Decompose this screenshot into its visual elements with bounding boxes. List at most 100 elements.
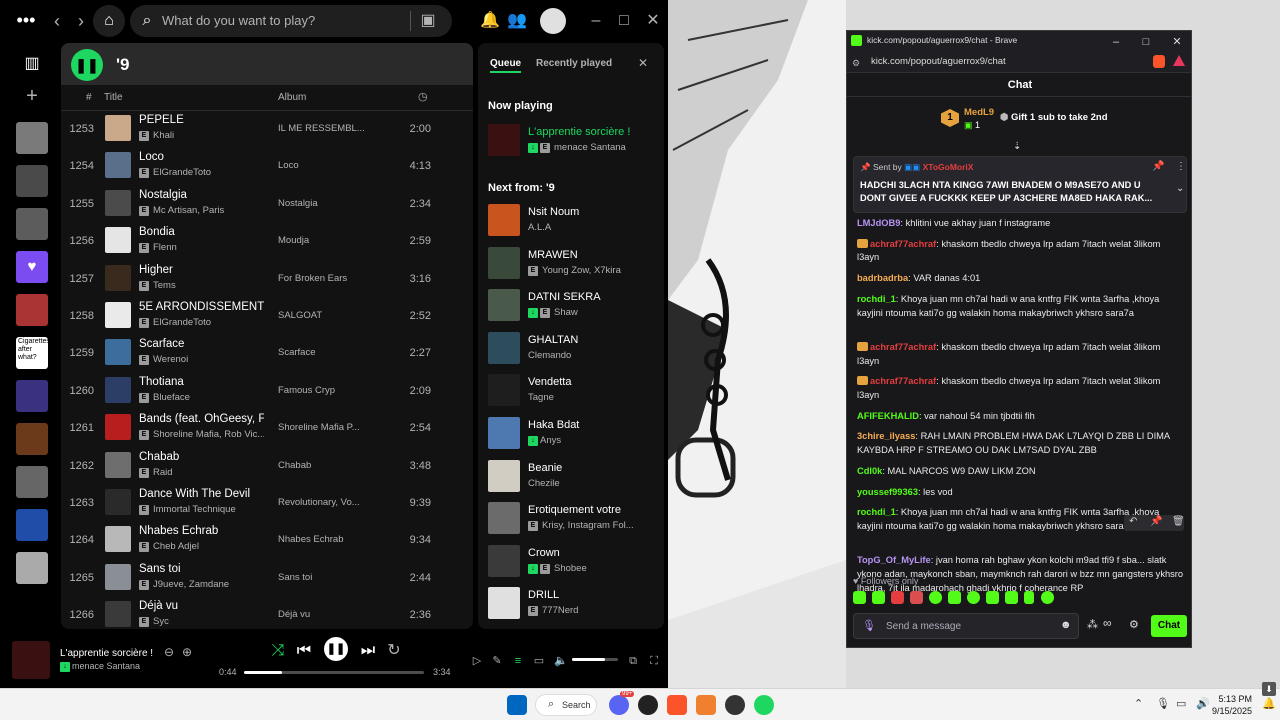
chat-username[interactable]: 3chire_ilyass [857,431,915,441]
chat-username[interactable]: achraf77achraf [870,376,936,386]
volume-slider[interactable] [572,658,618,661]
track-row[interactable]: 1261 Bands (feat. OhGeesy, F... E Shoreline… [61,410,473,447]
chat-message[interactable]: AFIFEKHALID: var nahoul 54 min tjbdtii f… [857,410,1185,424]
track-row[interactable]: 1262 Chabab E Raid Chabab 3:48 [61,448,473,485]
connect-device-icon[interactable]: ▭ [532,651,546,671]
emote-icon[interactable] [891,591,904,604]
close-icon[interactable]: ✕ [645,11,661,31]
track-artist-text[interactable]: Shoreline Mafia, Rob Vic... [153,429,264,440]
chat-username[interactable]: achraf77achraf [870,342,936,352]
pin-message-icon[interactable]: 📌 [1150,516,1162,527]
spotify-icon[interactable] [754,695,774,715]
library-icon[interactable]: ▥ [22,54,42,74]
previous-icon[interactable]: ⏮ [296,641,312,661]
emote-icon[interactable] [948,591,961,604]
track-artist-text[interactable]: J9ueve, Zamdane [153,579,229,590]
library-item[interactable] [16,122,48,154]
track-album[interactable]: For Broken Ears [278,273,388,284]
microphone-icon[interactable]: 🎙 [1156,697,1170,710]
pinned-author[interactable]: XToGoMoriX [923,162,974,172]
track-title[interactable]: Bondia [139,226,264,238]
chat-message[interactable]: TopG_Of_MyLife: jvan homa rah bghaw ykon… [857,554,1185,595]
search-input[interactable]: What do you want to play? [162,13,315,28]
gift-leaderboard[interactable]: 1 MedL9 ▣ 1 ⬢ Gift 1 sub to take 2nd [847,97,1191,143]
liked-songs-heart-icon[interactable]: ♥ [16,251,48,283]
track-title[interactable]: Thotiana [139,376,264,388]
track-artist-text[interactable]: Syc [153,616,169,627]
maximize-icon[interactable]: □ [616,11,632,31]
pause-button[interactable]: ❚❚ [71,49,103,81]
library-item[interactable] [16,552,48,584]
queue-artist-text[interactable]: Shaw [554,307,578,318]
track-title[interactable]: Scarface [139,338,264,350]
maximize-icon[interactable]: □ [1139,32,1153,52]
track-row[interactable]: 1265 Sans toi E J9ueve, Zamdane Sans toi 2:44 [61,560,473,597]
emote-icon[interactable] [910,591,923,604]
emoji-icon[interactable]: ☻ [1060,619,1072,631]
now-playing-item[interactable]: L'apprentie sorcière ! ↓ Emenace Santana [488,123,658,161]
chat-message[interactable]: badrbadrba: VAR danas 4:01 [857,272,1185,286]
track-artist-text[interactable]: Cheb Adjel [153,541,199,552]
avatar[interactable] [540,8,566,34]
queue-icon[interactable]: ≡ [511,651,525,671]
chat-input-box[interactable]: 🎙 Send a message ☻ [853,613,1079,639]
track-album[interactable]: IL ME RESSEMBL... [278,123,388,134]
minus-circle-icon[interactable]: ⊖ [162,642,176,662]
minimize-icon[interactable]: – [1109,32,1123,52]
infinity-icon[interactable]: ∞ [1103,616,1112,630]
track-row[interactable]: 1258 5E ARRONDISSEMENT E ElGrandeToto SALGOA… [61,298,473,335]
message-input[interactable]: Send a message [886,621,961,632]
chat-username[interactable]: AFIFEKHALID [857,411,919,421]
close-queue-icon[interactable]: ✕ [638,56,648,70]
chat-message[interactable]: achraf77achraf: khaskom tbedlo chweya lr… [857,375,1185,402]
chat-message[interactable]: LMJdOB9: khlitini vue akhay juan f insta… [857,217,1185,231]
track-album[interactable]: Famous Cryp [278,385,388,396]
queue-artist-text[interactable]: Shobee [554,563,587,574]
track-title[interactable]: PEPELE [139,114,264,126]
discord-icon[interactable]: 99+ [609,691,635,715]
track-row[interactable]: 1254 Loco E ElGrandeToto Loco 4:13 [61,148,473,185]
chat-username[interactable]: LMJdOB9 [857,218,900,228]
col-title[interactable]: Title [104,92,123,103]
lyrics-icon[interactable]: ✎ [490,651,504,671]
track-artist-text[interactable]: Werenoi [153,354,188,365]
users-icon[interactable]: ⁂ [1087,618,1098,631]
scroll-down-icon[interactable]: ⇣ [1013,141,1021,152]
library-item[interactable] [16,380,48,412]
tray-overflow-icon[interactable]: ⌃ [1134,697,1143,710]
track-album[interactable]: Nostalgia [278,198,388,209]
track-row[interactable]: 1253 PEPELE E Khali IL ME RESSEMBL... 2:00 [61,111,473,148]
app-icon[interactable] [638,695,658,715]
track-title[interactable]: Nostalgia [139,189,264,201]
send-chat-button[interactable]: Chat [1151,615,1187,637]
chat-username[interactable]: rochdi_1 [857,507,896,517]
queue-item[interactable]: DATNI SEKRA ↓ E Shaw [488,288,658,326]
friend-activity-icon[interactable]: 👥 [507,11,527,31]
url-text[interactable]: kick.com/popout/aguerrox9/chat [871,56,1006,67]
track-row[interactable]: 1260 Thotiana E Blueface Famous Cryp 2:09 [61,373,473,410]
track-artist-text[interactable]: Tems [153,280,176,291]
more-options-icon[interactable]: ⋮ [1176,161,1186,172]
track-row[interactable]: 1259 Scarface E Werenoi Scarface 2:27 [61,335,473,372]
track-row[interactable]: 1266 Déjà vu E Syc Déjà vu 2:36 [61,597,473,629]
col-album[interactable]: Album [278,92,306,103]
queue-item[interactable]: GHALTAN Clemando [488,331,658,369]
track-row[interactable]: 1263 Dance With The Devil E Immortal Techni… [61,485,473,522]
next-icon[interactable]: ⏭ [360,641,376,661]
search-box[interactable]: ⌕ What do you want to play? ▣ [130,5,452,37]
clock-date[interactable]: 9/15/2025 [1208,706,1252,716]
reply-icon[interactable]: ↶ [1129,516,1137,527]
emote-icon[interactable] [1024,591,1034,604]
mini-player-icon[interactable]: ⧉ [626,651,640,671]
track-artist-text[interactable]: Mc Artisan, Paris [153,205,224,216]
chat-message[interactable]: achraf77achraf: khaskom tbedlo chweya lr… [857,341,1185,368]
gift-cta[interactable]: ⬢ Gift 1 sub to take 2nd [1000,112,1108,123]
track-album[interactable]: Moudja [278,235,388,246]
chat-username[interactable]: rochdi_1 [857,294,896,304]
add-playlist-icon[interactable]: + [22,86,42,106]
chat-username[interactable]: Cdl0k [857,466,882,476]
app-icon-dark[interactable] [725,695,745,715]
gift-user[interactable]: MedL9 [964,107,994,118]
taskbar-search[interactable]: ⌕ Search [535,694,597,716]
track-title[interactable]: 5E ARRONDISSEMENT [139,301,264,313]
